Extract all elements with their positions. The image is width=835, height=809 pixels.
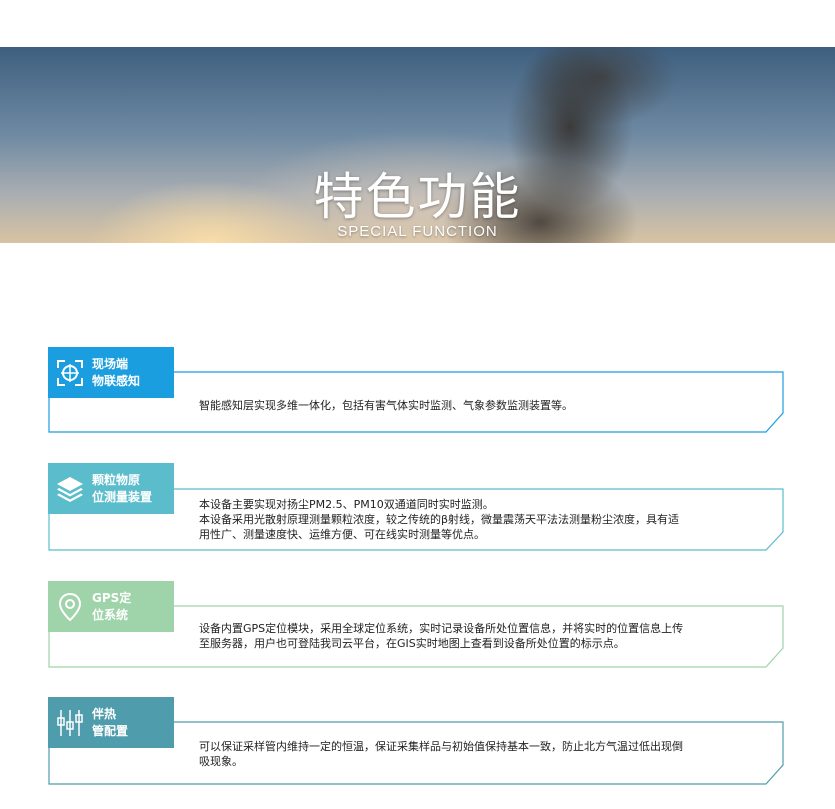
feature-card-particle-measurement: 颗粒物原 位测量装置 本设备主要实现对扬尘PM2.5、PM10双通道同时实时监测… [48,463,784,551]
feature-card-heat-tracing: 伴热 管配置 可以保证采样管内维持一定的恒温，保证采集样品与初始值保持基本一致，… [48,697,784,785]
feature-tab: 现场端 物联感知 [48,347,174,398]
feature-description: 本设备主要实现对扬尘PM2.5、PM10双通道同时实时监测。 本设备采用光散射原… [199,498,680,541]
feature-card-gps: GPS定 位系统 设备内置GPS定位模块，采用全球定位系统，实时记录设备所处位置… [48,581,784,668]
layers-icon [48,463,92,514]
feature-label: GPS定 位系统 [92,590,132,622]
feature-card-iot-sensing: 现场端 物联感知 智能感知层实现多维一体化，包括有害气体实时监测、气象参数监测装… [48,347,784,433]
banner-title: 特色功能 [313,168,522,226]
banner-subtitle: SPECIAL FUNCTION [337,223,498,240]
feature-label: 现场端 物联感知 [92,356,141,388]
feature-description: 智能感知层实现多维一体化，包括有害气体实时监测、气象参数监测装置等。 [199,399,573,412]
feature-description: 可以保证采样管内维持一定的恒温，保证采集样品与初始值保持基本一致，防止北方气温过… [199,740,683,768]
sensor-target-icon [48,347,92,398]
hero-banner: 特色功能 SPECIAL FUNCTION [0,47,835,243]
feature-description: 设备内置GPS定位模块，采用全球定位系统，实时记录设备所处位置信息，并将实时的位… [199,622,684,650]
feature-label: 伴热 管配置 [92,706,129,738]
heat-pipe-icon [48,697,92,748]
feature-tab: 颗粒物原 位测量装置 [48,463,174,514]
feature-label: 颗粒物原 位测量装置 [92,472,153,504]
feature-tab: 伴热 管配置 [48,697,174,748]
feature-tab: GPS定 位系统 [48,581,174,632]
location-pin-icon [48,581,92,632]
